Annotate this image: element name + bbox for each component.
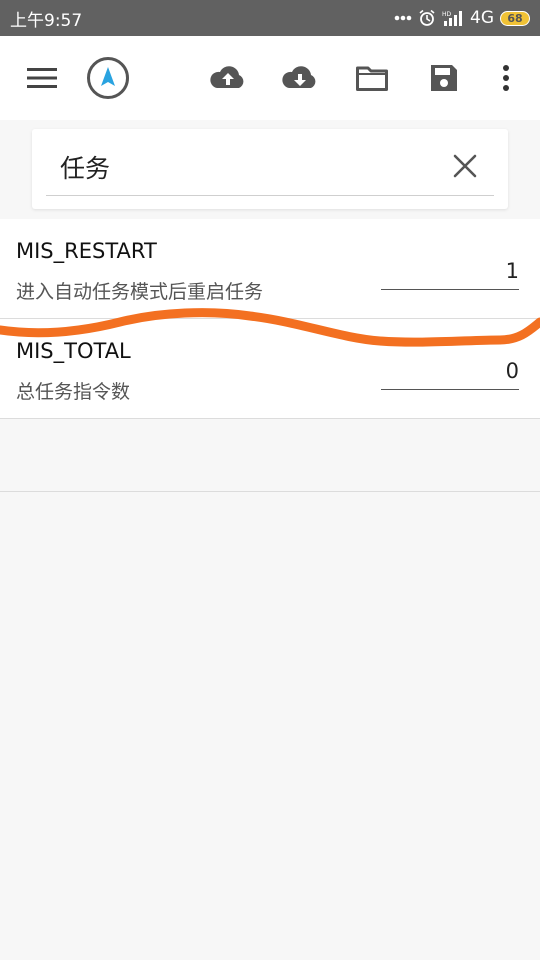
search-underline [46, 195, 494, 196]
param-value: 1 [505, 259, 519, 283]
close-icon [453, 154, 477, 178]
more-dots-icon [394, 15, 412, 21]
download-cloud-icon[interactable] [280, 36, 320, 120]
clear-search-button[interactable] [450, 151, 480, 181]
save-icon[interactable] [424, 36, 464, 120]
parameter-list: MIS_RESTART 进入自动任务模式后重启任务 1 MIS_TOTAL 总任… [0, 219, 540, 419]
param-name: MIS_RESTART [16, 239, 157, 263]
folder-icon[interactable] [352, 36, 392, 120]
param-value: 0 [505, 359, 519, 383]
battery-icon: 68 [500, 10, 530, 26]
param-name: MIS_TOTAL [16, 339, 131, 363]
param-row[interactable]: MIS_RESTART 进入自动任务模式后重启任务 1 [0, 219, 540, 319]
list-empty-area [0, 419, 540, 492]
param-value-field[interactable]: 1 [381, 259, 519, 290]
status-bar: 上午9:57 HD 4G 68 [0, 0, 540, 36]
status-time: 上午9:57 [10, 10, 83, 31]
compass-icon[interactable] [86, 36, 130, 120]
status-icons: HD 4G 68 [394, 8, 530, 28]
network-type: 4G [470, 8, 494, 28]
svg-text:HD: HD [442, 11, 452, 18]
hd-signal-icon: HD [442, 10, 464, 26]
battery-level: 68 [507, 11, 523, 25]
more-vert-icon[interactable] [494, 36, 518, 120]
upload-cloud-icon[interactable] [208, 36, 248, 120]
search-input[interactable]: 任务 [60, 149, 110, 185]
app-toolbar [0, 36, 540, 120]
param-description: 总任务指令数 [16, 381, 131, 403]
alarm-icon [418, 9, 436, 27]
param-description: 进入自动任务模式后重启任务 [16, 281, 264, 303]
param-value-field[interactable]: 0 [381, 359, 519, 390]
menu-icon[interactable] [22, 36, 62, 120]
search-card: 任务 [32, 129, 508, 209]
param-row[interactable]: MIS_TOTAL 总任务指令数 0 [0, 319, 540, 419]
